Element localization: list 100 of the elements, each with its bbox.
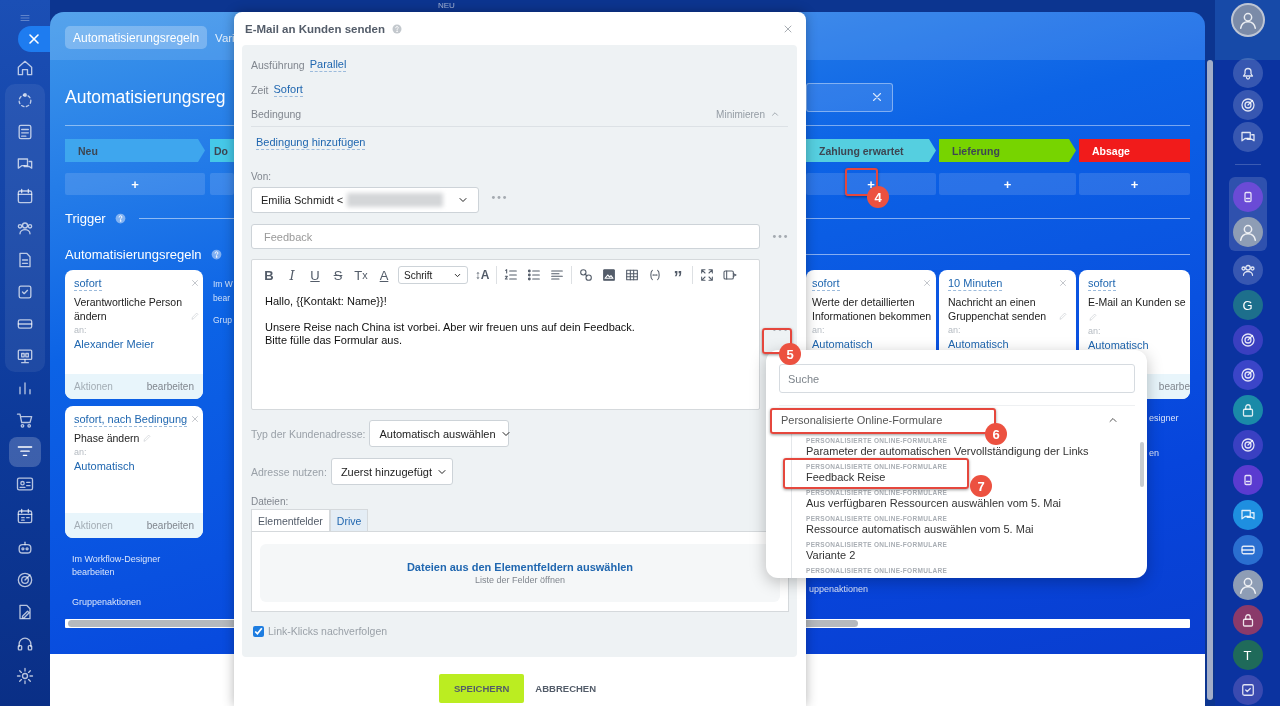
sidebar-button[interactable] xyxy=(1232,90,1263,120)
link-fragment[interactable]: Im W xyxy=(213,277,234,291)
font-select[interactable]: Schrift xyxy=(398,266,468,284)
sidebar-button[interactable] xyxy=(1232,58,1263,88)
quote-button[interactable]: ” xyxy=(669,265,687,285)
sidebar-button[interactable] xyxy=(1232,395,1263,425)
sender-select[interactable]: Emilia Schmidt < xyxy=(251,187,479,213)
align-left-icon xyxy=(549,267,565,283)
edit-link[interactable]: bearbeiten xyxy=(146,520,194,531)
target-link[interactable]: Alexander Meier xyxy=(74,338,200,350)
close-button[interactable] xyxy=(18,26,50,52)
sidebar-button[interactable] xyxy=(1232,500,1263,530)
target-link[interactable]: Automatisch xyxy=(1088,339,1182,351)
checkbox[interactable] xyxy=(253,625,264,637)
value-link[interactable]: Sofort xyxy=(273,83,303,97)
target-link[interactable]: Automatisch xyxy=(74,460,200,472)
help-icon xyxy=(209,247,223,261)
settings-icon xyxy=(15,666,35,686)
add-button[interactable]: + xyxy=(939,173,1076,195)
menu-label: NEU xyxy=(438,2,455,10)
sidebar-button[interactable] xyxy=(1232,255,1263,285)
scrollbar[interactable] xyxy=(1140,442,1144,487)
target-link[interactable]: Automatisch xyxy=(948,338,1068,350)
fullscreen-icon xyxy=(699,267,715,283)
edit-link[interactable]: bearbe xyxy=(1158,381,1190,392)
avatar[interactable] xyxy=(1232,570,1263,600)
dropdown[interactable]: Automatisch auswählen xyxy=(369,420,510,447)
more-icon xyxy=(491,195,507,200)
calendar-list-icon xyxy=(15,506,35,526)
color-button[interactable]: A xyxy=(375,265,393,285)
sidebar-button[interactable] xyxy=(1232,122,1263,152)
field-label: Dateien: xyxy=(251,496,290,507)
menu-item[interactable]: Aus verfügbaren Ressourcen auswählen vom 5. Mai xyxy=(806,497,1061,509)
section-header[interactable]: Personalisierte Online-Formulare xyxy=(781,413,943,426)
target-link[interactable]: Automatisch xyxy=(812,338,932,350)
designer-link[interactable]: Im Workflow-Designer bearbeiten xyxy=(72,553,182,579)
stage-label: Neu xyxy=(65,139,205,162)
timing-link[interactable]: sofort xyxy=(74,277,102,291)
menu-item[interactable]: Variante 2 xyxy=(806,549,856,561)
tab[interactable]: Elementfelder xyxy=(251,509,330,531)
table-icon xyxy=(624,267,640,283)
search-field[interactable]: Suche xyxy=(779,364,1135,393)
menu-item[interactable]: Parameter der automatischen Vervollständigung der Links xyxy=(806,445,1089,457)
sidebar-button[interactable] xyxy=(1232,325,1263,355)
sidebar-button[interactable] xyxy=(1232,182,1263,212)
avatar[interactable] xyxy=(1230,3,1265,37)
sidebar-button[interactable] xyxy=(1232,605,1263,635)
cancel-button[interactable]: ABBRECHEN xyxy=(534,674,598,703)
timing-link[interactable]: 10 Minuten xyxy=(948,277,1003,291)
bold-button[interactable]: B xyxy=(260,265,278,285)
designer-link[interactable]: Gruppenaktionen xyxy=(72,596,182,609)
sidebar-button[interactable] xyxy=(1232,675,1263,705)
menu-item[interactable]: Ressource automatisch auswählen vom 5. Mai xyxy=(806,523,1034,535)
target-icon xyxy=(1238,96,1257,114)
add-condition-link[interactable]: Bedingung hinzufügen xyxy=(256,136,366,150)
link-fragment[interactable]: Grup xyxy=(213,313,234,327)
size-button[interactable]: ↕A xyxy=(473,265,491,285)
scrollbar[interactable] xyxy=(1205,60,1215,700)
dropdown[interactable]: Zuerst hinzugefügt xyxy=(330,458,453,485)
avatar[interactable] xyxy=(1232,217,1263,247)
select-files-link[interactable]: Dateien aus den Elementfeldern auswählen xyxy=(406,561,634,573)
sidebar-button[interactable] xyxy=(1232,535,1263,565)
sidebar-button[interactable] xyxy=(1232,430,1263,460)
to-label: an: xyxy=(812,325,826,335)
field-label: Zeit xyxy=(251,84,269,96)
timing-link[interactable]: sofort, nach Bedingung xyxy=(74,413,188,427)
link-fragment[interactable]: bear xyxy=(213,291,234,305)
field-label: Adresse nutzen: xyxy=(251,465,327,478)
menu-icon xyxy=(17,12,33,24)
strike-button[interactable]: S xyxy=(329,265,347,285)
sidebar-button[interactable]: T xyxy=(1232,640,1263,670)
numbered-list-icon xyxy=(503,267,519,283)
italic-button[interactable]: I xyxy=(283,265,301,285)
link-fragment[interactable]: uppenaktionen xyxy=(806,583,936,595)
nav-item[interactable] xyxy=(9,437,41,467)
edit-link[interactable]: bearbeiten xyxy=(146,381,194,392)
add-button[interactable]: + xyxy=(1079,173,1190,195)
sidebar-button[interactable]: G xyxy=(1232,290,1263,320)
link-icon xyxy=(578,267,594,283)
add-button[interactable]: + xyxy=(65,173,205,195)
action-text: Werte der detaillierten Informationen bekommen xyxy=(812,295,932,323)
subject-field[interactable]: Feedback xyxy=(251,224,760,249)
to-label: an: xyxy=(74,325,88,335)
sidebar-button[interactable] xyxy=(1232,465,1263,495)
value-link[interactable]: Parallel xyxy=(309,58,347,72)
tab[interactable]: Drive xyxy=(329,509,369,531)
timing-link[interactable]: sofort xyxy=(812,277,840,291)
menu-item[interactable]: Feedback Reise xyxy=(806,471,886,483)
sidebar-button[interactable] xyxy=(1232,360,1263,390)
field-label: Von: xyxy=(251,171,273,182)
help-icon xyxy=(390,22,403,35)
target-icon xyxy=(15,570,35,590)
timing-link[interactable]: sofort xyxy=(1088,277,1116,291)
section-heading: Trigger xyxy=(65,210,106,226)
actions-label: Aktionen xyxy=(74,520,113,531)
underline-button[interactable]: U xyxy=(306,265,324,285)
braces-icon xyxy=(647,267,663,283)
save-button[interactable]: SPEICHERN xyxy=(438,674,525,703)
text-line: Bitte fülle das Formular aus. xyxy=(265,334,403,347)
stage-label: Lieferung xyxy=(939,139,1076,162)
